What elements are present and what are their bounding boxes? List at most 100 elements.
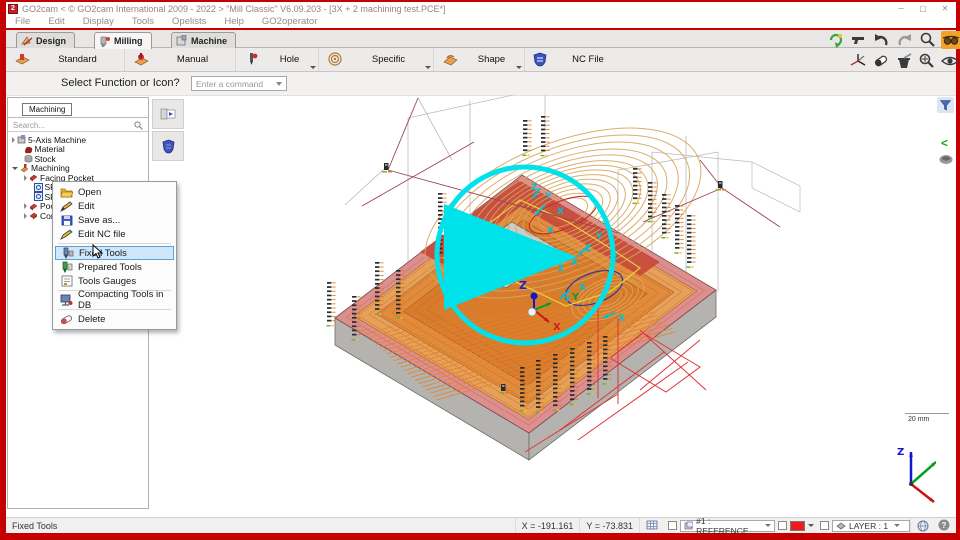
status-bar: Fixed Tools X = -191.161 Y = -73.831 #1 … xyxy=(6,517,956,533)
machine-node-icon xyxy=(17,135,26,144)
minimize-button[interactable]: ─ xyxy=(890,4,912,13)
tab-milling[interactable]: Milling xyxy=(94,32,152,49)
nc-shield-button[interactable] xyxy=(152,131,184,161)
tree-item-stock[interactable]: Stock xyxy=(10,154,146,164)
axes-display-icon[interactable] xyxy=(848,52,868,70)
menu-bar: File Edit Display Tools Opelists Help GO… xyxy=(6,15,956,28)
view-cube-button[interactable] xyxy=(939,152,953,170)
menu-help[interactable]: Help xyxy=(215,16,253,27)
collapse-icon[interactable] xyxy=(12,167,18,170)
mouse-cursor xyxy=(92,244,104,260)
toolbar-hole-button[interactable]: Hole xyxy=(236,48,319,71)
clean-toolpath-icon[interactable] xyxy=(894,52,914,70)
maximize-button[interactable]: ▢ xyxy=(912,4,934,13)
contour-icon xyxy=(29,211,38,220)
play-button-overlay[interactable] xyxy=(427,157,627,357)
specific-dropdown-icon[interactable] xyxy=(425,66,431,69)
tab-machine[interactable]: Machine xyxy=(171,32,236,48)
status-message: Fixed Tools xyxy=(6,521,57,531)
operation-icon xyxy=(34,183,43,192)
layer-combobox[interactable]: LAYER : 1 xyxy=(832,520,910,532)
menu-file[interactable]: File xyxy=(6,16,39,27)
command-combobox[interactable]: Enter a command xyxy=(191,76,287,91)
menu-edit-nc-file[interactable]: Edit NC file xyxy=(55,227,174,241)
material-icon xyxy=(24,145,33,154)
tree-item-machining[interactable]: Machining xyxy=(10,164,146,174)
rotate-view-icon[interactable] xyxy=(826,31,846,49)
reference-checkbox[interactable] xyxy=(668,521,677,530)
operation-icon xyxy=(34,192,43,201)
toolbar-manual-button[interactable]: Manual xyxy=(125,48,236,71)
menu-fixed-tools[interactable]: Fixed Tools xyxy=(55,246,174,260)
help-button[interactable]: ? xyxy=(938,519,950,533)
prepared-tools-icon xyxy=(60,261,73,273)
open-folder-icon xyxy=(60,186,73,198)
chevron-down-icon xyxy=(894,524,900,527)
menu-prepared-tools[interactable]: Prepared Tools xyxy=(55,260,174,274)
view-glasses-icon[interactable] xyxy=(941,31,960,49)
menu-delete[interactable]: Delete xyxy=(55,312,174,326)
globe-icon xyxy=(917,520,930,532)
measure-tool-icon[interactable] xyxy=(849,31,869,49)
grid-toggle-button[interactable] xyxy=(639,518,665,533)
zoom-icon[interactable] xyxy=(918,31,938,49)
shape-dropdown-icon[interactable] xyxy=(516,66,522,69)
menu-separator xyxy=(58,243,171,244)
redo-icon[interactable] xyxy=(895,31,915,49)
menu-opelists[interactable]: Opelists xyxy=(163,16,215,27)
menu-edit[interactable]: Edit xyxy=(55,199,174,213)
eraser-icon[interactable] xyxy=(871,52,891,70)
panel-tab-line xyxy=(8,117,148,118)
menu-open[interactable]: Open xyxy=(55,185,174,199)
help-icon: ? xyxy=(938,519,950,531)
hole-dropdown-icon[interactable] xyxy=(310,66,316,69)
filter-funnel-icon xyxy=(940,100,951,111)
zoom-target-icon[interactable] xyxy=(917,52,937,70)
stock-icon xyxy=(24,154,33,163)
pocket-icon xyxy=(29,202,38,211)
panel-tab-machining[interactable]: Machining xyxy=(22,103,72,116)
menu-display[interactable]: Display xyxy=(74,16,123,27)
app-logo-icon: 2 xyxy=(8,4,18,14)
menu-tools[interactable]: Tools xyxy=(123,16,163,27)
command-prompt-label: Select Function or Icon? xyxy=(61,77,180,89)
color-dropdown-icon[interactable] xyxy=(808,524,814,527)
visibility-eye-icon[interactable] xyxy=(940,52,960,70)
menu-tools-gauges[interactable]: Tools Gauges xyxy=(55,274,174,288)
toolbar-specific-button[interactable]: Specific xyxy=(319,48,434,71)
layer-checkbox[interactable] xyxy=(820,521,829,530)
current-color-swatch[interactable] xyxy=(790,521,805,531)
reference-combobox[interactable]: #1 : REFERENCE xyxy=(680,520,775,532)
expand-icon[interactable] xyxy=(12,137,15,143)
menu-go2operator[interactable]: GO2operator xyxy=(253,16,326,27)
window-border-bottom xyxy=(0,533,960,540)
menu-compacting-tools[interactable]: Compacting Tools in DB xyxy=(55,293,174,307)
fixed-tools-icon xyxy=(61,247,74,259)
toolbar-ncfile-button[interactable]: NC File xyxy=(525,48,629,71)
view-tools-row-1 xyxy=(826,31,960,49)
expand-icon[interactable] xyxy=(24,213,27,219)
toolbar-standard-button[interactable]: Standard xyxy=(6,48,125,71)
expand-icon[interactable] xyxy=(24,203,27,209)
menu-edit[interactable]: Edit xyxy=(39,16,73,27)
layer-icon xyxy=(836,521,846,530)
toolbar-shape-button[interactable]: Shape xyxy=(434,48,525,71)
ncfile-icon xyxy=(533,52,547,67)
simulation-button[interactable] xyxy=(152,99,184,129)
shape-icon xyxy=(442,52,459,67)
undo-icon[interactable] xyxy=(872,31,892,49)
color-checkbox[interactable] xyxy=(778,521,787,530)
search-input[interactable]: Search... xyxy=(8,119,148,132)
globe-view-button[interactable] xyxy=(910,518,936,533)
save-floppy-icon xyxy=(60,214,73,226)
tree-item-5axis-machine[interactable]: 5-Axis Machine xyxy=(10,135,146,145)
menu-save-as[interactable]: Save as... xyxy=(55,213,174,227)
tree-item-material[interactable]: Material xyxy=(10,145,146,155)
collapse-panel-button[interactable]: < xyxy=(941,136,948,150)
window-border-right xyxy=(956,0,960,540)
tab-design[interactable]: Design xyxy=(16,32,75,48)
close-button[interactable]: ✕ xyxy=(934,4,956,13)
expand-icon[interactable] xyxy=(24,175,27,181)
design-icon xyxy=(21,35,33,46)
filter-button[interactable] xyxy=(937,97,954,113)
